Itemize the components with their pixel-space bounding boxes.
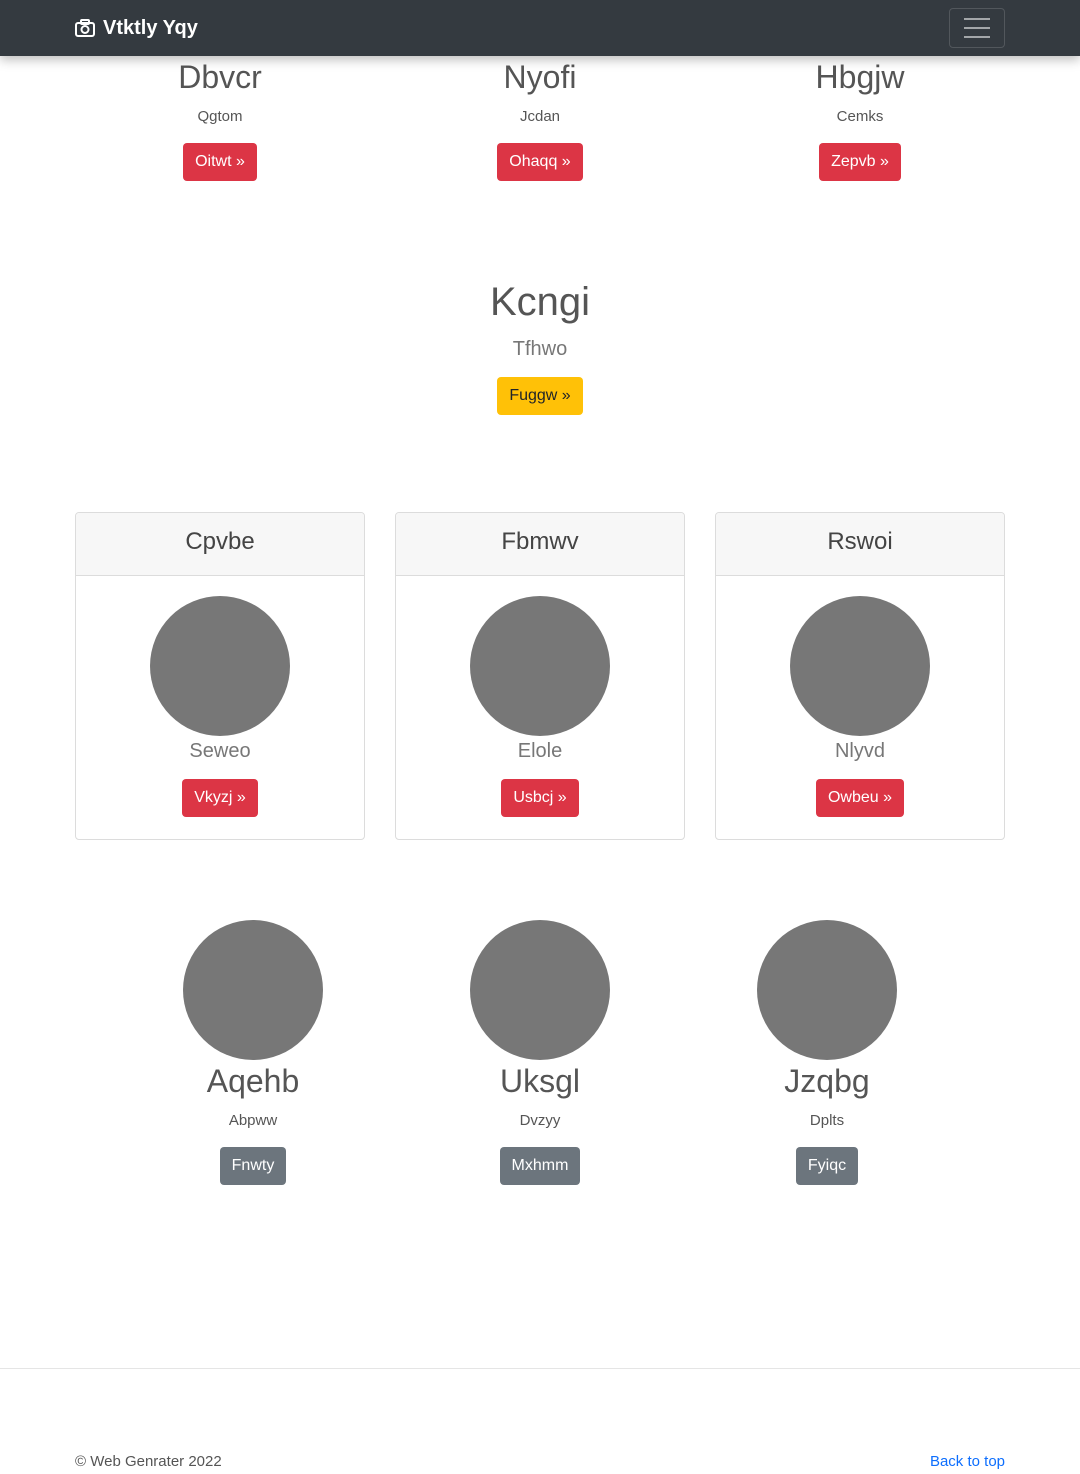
feature-subtitle: Abpww [228,1112,278,1130]
avatar-placeholder [470,596,610,736]
feature-title: Aqehb [206,1063,300,1099]
navbar-toggler-button[interactable] [949,8,1005,48]
feature-title: Hbgjw [815,59,905,95]
card-button[interactable]: Vkyzj » [182,779,258,817]
hero-section: Kcngi Tfhwo Fuggw » [0,278,1080,415]
card-button[interactable]: Usbcj » [501,779,579,817]
bottom-feature-1: Aqehb Abpww Fnwty [108,920,398,1186]
footer-divider [0,1368,1080,1369]
navbar-brand[interactable]: Vtktly Yqy [75,0,198,56]
card-caption: Elole [517,740,563,762]
feature-button[interactable]: Oitwt » [183,143,257,182]
card-3: Rswoi Nlyvd Owbeu » [715,512,1005,840]
camera-icon [75,19,95,37]
feature-button[interactable]: Mxhmm [499,1147,581,1186]
navbar: Vtktly Yqy [0,0,1080,56]
card-1: Cpvbe Seweo Vkyzj » [75,512,365,840]
feature-subtitle: Dvzyy [519,1112,561,1130]
card-header: Cpvbe [76,513,364,576]
card-button[interactable]: Owbeu » [815,779,905,817]
brand-name: Vtktly Yqy [103,16,198,39]
back-to-top-link[interactable]: Back to top [930,1453,1005,1470]
top-feature-3: Hbgjw Cemks Zepvb » [715,58,1005,182]
feature-subtitle: Jcdan [519,108,561,126]
avatar-placeholder [183,920,323,1060]
card-header: Rswoi [716,513,1004,576]
feature-button[interactable]: Zepvb » [819,143,901,182]
card-header: Fbmwv [396,513,684,576]
hero-button[interactable]: Fuggw » [497,377,583,415]
feature-subtitle: Qgtom [197,108,243,126]
card-body: Nlyvd Owbeu » [716,576,1004,817]
feature-title: Jzqbg [784,1063,870,1099]
card-caption: Seweo [189,740,251,762]
avatar-placeholder [150,596,290,736]
hamburger-icon [964,18,990,20]
card-body: Elole Usbcj » [396,576,684,817]
feature-button[interactable]: Fyiqc [795,1147,859,1186]
top-feature-1: Dbvcr Qgtom Oitwt » [75,58,365,182]
bottom-feature-3: Jzqbg Dplts Fyiqc [682,920,972,1186]
hamburger-icon-bar [964,36,990,38]
feature-subtitle: Cemks [836,108,884,126]
bottom-feature-2: Uksgl Dvzyy Mxhmm [395,920,685,1186]
avatar-placeholder [470,920,610,1060]
feature-button[interactable]: Ohaqq » [497,143,583,182]
hamburger-icon-bar [964,27,990,29]
top-feature-2: Nyofi Jcdan Ohaqq » [395,58,685,182]
feature-subtitle: Dplts [809,1112,845,1130]
avatar-placeholder [790,596,930,736]
feature-title: Uksgl [499,1063,580,1099]
feature-button[interactable]: Fnwty [219,1147,287,1186]
hero-title: Kcngi [489,280,591,324]
card-body: Seweo Vkyzj » [76,576,364,817]
card-2: Fbmwv Elole Usbcj » [395,512,685,840]
copyright-text: © Web Genrater 2022 [75,1453,222,1470]
card-caption: Nlyvd [834,740,885,762]
hero-subtitle: Tfhwo [512,338,568,360]
avatar-placeholder [757,920,897,1060]
feature-title: Dbvcr [178,59,262,95]
feature-title: Nyofi [503,59,577,95]
